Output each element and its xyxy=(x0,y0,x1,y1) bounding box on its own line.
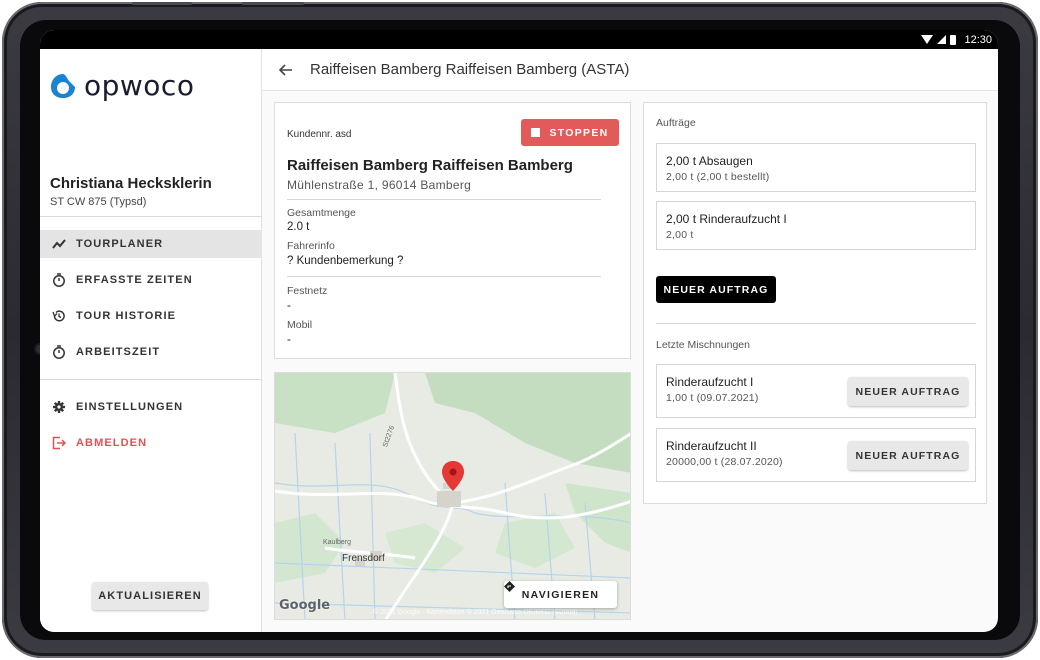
nav-item-tourplaner[interactable]: TOURPLANER xyxy=(40,230,262,258)
timer-icon xyxy=(52,273,66,287)
google-logo: Google xyxy=(279,598,331,613)
power-button xyxy=(242,2,304,5)
order-item[interactable]: 2,00 t Absaugen 2,00 t (2,00 t bestellt) xyxy=(656,143,976,192)
nav-label: TOUR HISTORIE xyxy=(76,310,177,322)
sidebar: opwoco Christiana Hecksklerin ST CW 875 … xyxy=(40,49,262,632)
nav-label: ERFASSTE ZEITEN xyxy=(76,274,193,286)
map-road-label: Kaulberg xyxy=(323,539,352,546)
status-bar: 12:30 xyxy=(40,30,998,49)
gear-icon xyxy=(52,400,66,414)
mix-item: Rinderaufzucht II 20000,00 t (28.07.2020… xyxy=(656,428,976,482)
map-copyright: © 2021 Google · Kartendaten © 2021 GeoBa… xyxy=(373,609,578,616)
navigate-label: NAVIGIEREN xyxy=(521,588,600,601)
logo: opwoco xyxy=(48,69,194,102)
logout-icon xyxy=(52,436,66,450)
map-view[interactable]: Frensdorf St2276 Kaulberg Google © 2021 … xyxy=(274,372,631,620)
mixes-heading: Letzte Mischnungen xyxy=(656,339,750,351)
driver-info-value: ? Kundenbemerkung ? xyxy=(287,255,404,267)
customer-card: Kundennr. asd STOPPEN Raiffeisen Bamberg… xyxy=(274,102,631,359)
new-order-button[interactable]: NEUER AUFTRAG xyxy=(656,276,776,303)
history-icon xyxy=(52,309,66,323)
trend-icon xyxy=(52,237,66,251)
order-sub: 2,00 t xyxy=(666,229,694,241)
order-item[interactable]: 2,00 t Rinderaufzucht I 2,00 t xyxy=(656,201,976,250)
orders-panel: Aufträge 2,00 t Absaugen 2,00 t (2,00 t … xyxy=(643,102,987,504)
customer-address: Mühlenstraße 1, 96014 Bamberg xyxy=(287,178,472,192)
orders-heading: Aufträge xyxy=(656,117,696,129)
landline-value: - xyxy=(287,300,291,312)
nav-item-tour-historie[interactable]: TOUR HISTORIE xyxy=(40,302,262,330)
nav-label: ABMELDEN xyxy=(76,437,148,449)
directions-icon xyxy=(504,581,515,592)
user-name: Christiana Hecksklerin xyxy=(50,175,212,192)
page-title: Raiffeisen Bamberg Raiffeisen Bamberg (A… xyxy=(310,61,630,78)
volume-button xyxy=(132,2,192,5)
opwoco-logo-icon xyxy=(51,73,75,98)
landline-label: Festnetz xyxy=(287,285,328,297)
total-label: Gesamtmenge xyxy=(287,207,356,219)
map-town-label: Frensdorf xyxy=(342,553,385,564)
mix-title: Rinderaufzucht I xyxy=(666,375,754,389)
mix-sub: 1,00 t (09.07.2021) xyxy=(666,392,759,404)
order-title: 2,00 t Rinderaufzucht I xyxy=(666,212,787,226)
mobile-label: Mobil xyxy=(287,319,313,331)
mix-new-order-button[interactable]: NEUER AUFTRAG xyxy=(848,441,968,470)
mix-new-order-button[interactable]: NEUER AUFTRAG xyxy=(848,377,968,406)
nav-item-logout[interactable]: ABMELDEN xyxy=(40,429,262,457)
navigate-button[interactable]: NAVIGIEREN xyxy=(504,581,617,608)
customer-name: Raiffeisen Bamberg Raiffeisen Bamberg xyxy=(287,157,573,174)
driver-info-label: Fahrerinfo xyxy=(287,240,335,252)
signal-icon xyxy=(937,35,947,44)
stop-label: STOPPEN xyxy=(549,126,609,139)
nav-item-settings[interactable]: EINSTELLUNGEN xyxy=(40,393,262,421)
user-info: Christiana Hecksklerin ST CW 875 (Typsd) xyxy=(50,175,212,208)
refresh-button[interactable]: AKTUALISIEREN xyxy=(92,582,208,610)
panel-divider xyxy=(656,323,976,324)
clock: 12:30 xyxy=(964,33,992,46)
sidebar-divider xyxy=(40,379,262,380)
battery-icon xyxy=(950,34,957,45)
nav-item-arbeitszeit[interactable]: ARBEITSZEIT xyxy=(40,338,262,366)
mix-title: Rinderaufzucht II xyxy=(666,439,757,453)
nav-label: TOURPLANER xyxy=(76,238,164,250)
card-divider xyxy=(287,276,601,277)
stop-icon xyxy=(531,128,541,137)
screen: 12:30 opwoco Christiana Hecksklerin ST C… xyxy=(40,30,998,632)
nav-item-erfasste-zeiten[interactable]: ERFASSTE ZEITEN xyxy=(40,266,262,294)
card-divider xyxy=(287,199,601,200)
logo-text: opwoco xyxy=(84,69,195,102)
mobile-value: - xyxy=(287,334,291,346)
customer-number: Kundennr. asd xyxy=(287,129,352,140)
back-arrow-icon[interactable] xyxy=(278,62,294,78)
order-sub: 2,00 t (2,00 t bestellt) xyxy=(666,171,770,183)
nav-label: ARBEITSZEIT xyxy=(76,346,161,358)
wifi-icon xyxy=(921,35,934,44)
mix-sub: 20000,00 t (28.07.2020) xyxy=(666,456,783,468)
stop-button[interactable]: STOPPEN xyxy=(521,119,619,146)
nav-label: EINSTELLUNGEN xyxy=(76,401,184,413)
vehicle-label: ST CW 875 (Typsd) xyxy=(50,196,147,208)
sidebar-divider xyxy=(40,216,262,217)
total-value: 2.0 t xyxy=(287,221,310,233)
app-bar: Raiffeisen Bamberg Raiffeisen Bamberg (A… xyxy=(262,49,998,91)
mix-item: Rinderaufzucht I 1,00 t (09.07.2021) NEU… xyxy=(656,364,976,418)
order-title: 2,00 t Absaugen xyxy=(666,154,753,168)
timer-icon xyxy=(52,345,66,359)
